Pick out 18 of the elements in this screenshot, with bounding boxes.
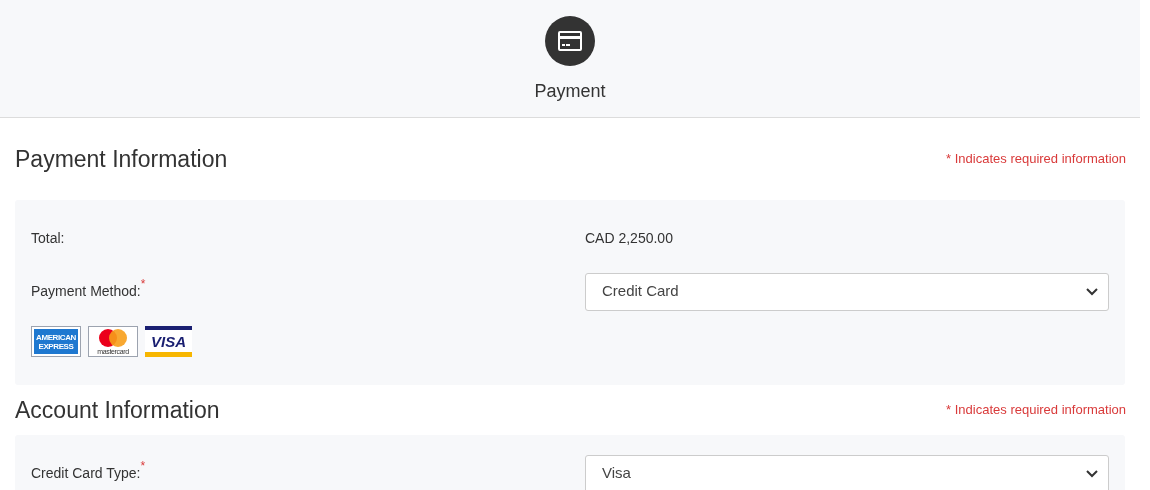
total-amount: CAD 2,250.00: [585, 229, 673, 248]
field-label: Total:: [31, 229, 65, 248]
credit-card-icon: [545, 16, 595, 66]
step-label: Payment: [534, 80, 606, 103]
field-label: Credit Card Type:: [31, 464, 141, 483]
chevron-down-icon: [1086, 287, 1098, 296]
section-title: Payment Information: [15, 144, 228, 174]
visa-logo: VISA: [145, 326, 192, 357]
required-mark: *: [140, 460, 146, 472]
required-mark: *: [140, 278, 146, 290]
required-note: * Indicates required information: [946, 150, 1126, 169]
field-label: Payment Method:: [31, 283, 141, 301]
required-note: * Indicates required information: [946, 401, 1126, 420]
amex-logo: AMERICAN EXPRESS: [31, 326, 81, 357]
section-title: Account Information: [15, 395, 220, 425]
select-field[interactable]: Credit Card: [585, 272, 1109, 311]
chevron-down-icon: [1086, 469, 1098, 478]
select-field[interactable]: Visa: [585, 454, 1109, 490]
